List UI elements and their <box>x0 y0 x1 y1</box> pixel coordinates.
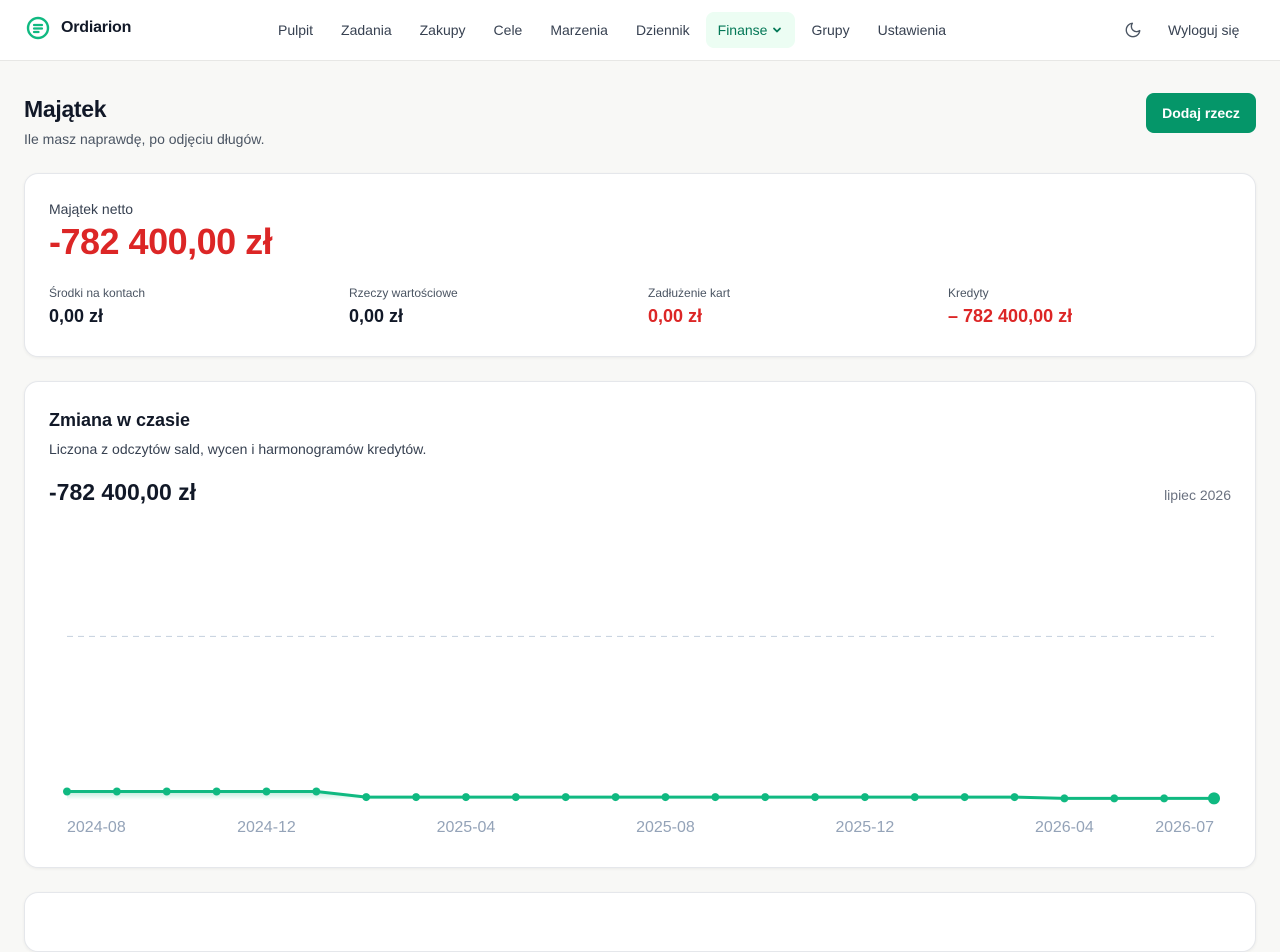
nav-item-pulpit[interactable]: Pulpit <box>266 12 325 48</box>
stat-value: 0,00 zł <box>49 306 104 326</box>
ordiarion-logo-icon <box>26 16 50 40</box>
nav-item-zakupy[interactable]: Zakupy <box>408 12 478 48</box>
stat-value: 0,00 zł <box>648 306 703 326</box>
chart-x-tick-label: 2025-04 <box>437 819 496 836</box>
stat-label: Środki na kontach <box>49 286 146 300</box>
net-worth-label: Majątek netto <box>49 201 134 217</box>
stat-value: 0,00 zł <box>349 306 404 326</box>
nav-item-label: Zakupy <box>419 22 466 38</box>
stat-label: Zadłużenie kart <box>648 286 731 300</box>
nav-item-marzenia[interactable]: Marzenia <box>538 12 620 48</box>
moon-icon <box>1125 22 1141 38</box>
chart-point <box>162 787 171 796</box>
stat-valuables: Rzeczy wartościowe 0,00 zł <box>349 286 639 327</box>
net-worth-chart[interactable]: 2024-08 2024-12 2025-04 2025-08 2025-12 2026-… <box>25 382 1257 869</box>
chart-point <box>362 793 371 802</box>
chart-point <box>860 793 869 802</box>
chart-point <box>63 787 71 796</box>
chart-x-tick-label: 2026-07 <box>1155 819 1214 836</box>
chart-x-tick-label: 2025-08 <box>636 819 695 836</box>
stat-accounts: Środki na kontach 0,00 zł <box>49 286 339 327</box>
chart-point <box>461 793 470 802</box>
brand-name: Ordiarion <box>61 19 132 36</box>
stat-value: – 782 400,00 zł <box>948 306 1073 326</box>
theme-toggle-button[interactable] <box>1122 19 1144 41</box>
chart-point <box>262 787 271 796</box>
chevron-down-icon <box>773 27 782 33</box>
nav-item-label: Grupy <box>811 22 850 38</box>
next-card <box>24 892 1256 952</box>
chart-point <box>661 793 670 802</box>
chart-point <box>811 793 820 802</box>
stat-label: Kredyty <box>948 286 989 300</box>
net-worth-value: -782 400,00 zł <box>49 221 273 262</box>
chart-x-tick-label: 2024-08 <box>67 819 126 836</box>
chart-x-tick-label: 2024-12 <box>237 819 296 836</box>
chart-x-tick-label: 2025-12 <box>836 819 895 836</box>
chart-point <box>1010 793 1019 802</box>
chart-point <box>960 793 969 802</box>
nav-item-label: Ustawienia <box>877 22 947 38</box>
chart-point <box>212 787 221 796</box>
nav-item-label: Marzenia <box>550 22 608 38</box>
nav-item-cele[interactable]: Cele <box>482 12 535 48</box>
nav-item-finanse[interactable]: Finanse <box>705 12 796 48</box>
chart-point <box>511 793 520 802</box>
nav-item-label: Cele <box>493 22 523 38</box>
nav-item-label: Dziennik <box>635 22 690 38</box>
chart-point <box>1160 794 1169 803</box>
chart-point <box>1060 794 1069 803</box>
chart-point <box>711 793 720 802</box>
chart-x-tick-label: 2026-04 <box>1035 819 1094 836</box>
nav-item-dziennik[interactable]: Dziennik <box>624 12 702 48</box>
stat-loans: Kredyty – 782 400,00 zł <box>948 286 1238 327</box>
chart-point <box>112 787 121 796</box>
stat-card-debt: Zadłużenie kart 0,00 zł <box>648 286 938 327</box>
nav-item-grupy[interactable]: Grupy <box>799 12 861 48</box>
chart-point <box>412 793 421 802</box>
add-item-button[interactable]: Dodaj rzecz <box>1146 93 1256 133</box>
chart-point <box>910 793 919 802</box>
net-worth-card: Majątek netto -782 400,00 zł Środki na k… <box>24 173 1256 357</box>
history-card: Zmiana w czasie Liczona z odczytów sald,… <box>24 381 1256 868</box>
chart-point <box>312 787 321 796</box>
nav-item-label: Zadania <box>341 22 392 38</box>
chart-point <box>761 793 770 802</box>
chart-point <box>1110 794 1119 803</box>
nav-item-ustawienia[interactable]: Ustawienia <box>866 12 958 48</box>
top-navigation-bar: Ordiarion Pulpit Zadania Zakupy Cele Mar… <box>0 0 1280 61</box>
chart-point <box>611 793 620 802</box>
nav-item-label: Finanse <box>717 22 768 38</box>
logout-button[interactable]: Wyloguj się <box>1156 12 1251 48</box>
stat-label: Rzeczy wartościowe <box>349 286 458 300</box>
main-nav: Pulpit Zadania Zakupy Cele Marzenia Dzie… <box>266 12 958 48</box>
page-subtitle: Ile masz naprawdę, po odjęciu długów. <box>24 131 265 147</box>
page-title: Majątek <box>24 96 107 122</box>
nav-item-zadania[interactable]: Zadania <box>329 12 404 48</box>
brand[interactable]: Ordiarion <box>26 15 131 41</box>
chart-point <box>561 793 570 802</box>
chart-point-current <box>1208 792 1220 805</box>
nav-item-label: Pulpit <box>278 22 314 38</box>
